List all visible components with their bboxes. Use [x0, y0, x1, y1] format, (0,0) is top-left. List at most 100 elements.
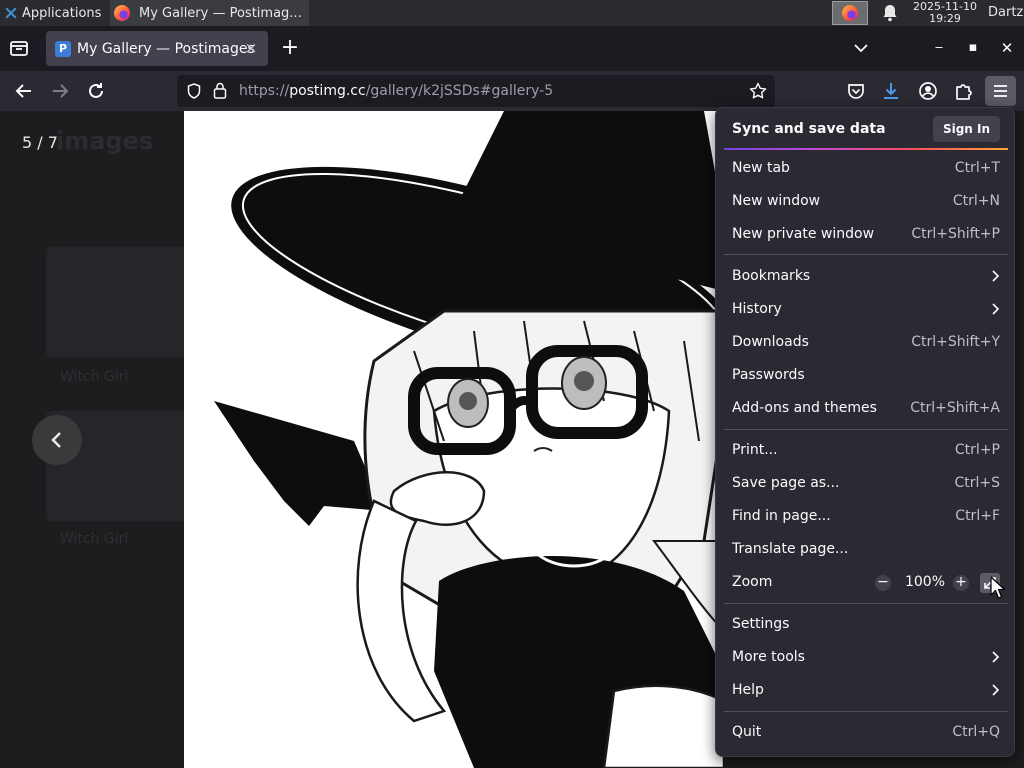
- applications-menu-button[interactable]: Applications: [0, 0, 110, 26]
- menu-item-shortcut: Ctrl+P: [954, 442, 1000, 458]
- menu-item-shortcut: Ctrl+Shift+P: [911, 226, 1000, 242]
- user-name[interactable]: Dartz: [988, 0, 1023, 26]
- notification-bell-icon[interactable]: [882, 4, 898, 22]
- menu-item-shortcut: Ctrl+S: [954, 475, 1000, 491]
- sign-in-button[interactable]: Sign In: [933, 116, 1000, 142]
- extensions-puzzle-icon[interactable]: [953, 80, 975, 102]
- menu-item-label: New private window: [732, 226, 875, 242]
- gallery-image[interactable]: [184, 111, 724, 768]
- firefox-icon: [114, 5, 130, 21]
- forward-arrow-icon[interactable]: [48, 79, 72, 103]
- menu-item-shortcut: Ctrl+N: [952, 193, 1000, 209]
- application-menu-panel: Sync and save data Sign In New tab Ctrl+…: [715, 107, 1015, 757]
- menu-item-label: Downloads: [732, 334, 809, 350]
- menu-item-quit[interactable]: Quit Ctrl+Q: [724, 716, 1008, 749]
- menu-item-label: More tools: [732, 649, 805, 665]
- xfce-logo-icon: [3, 5, 19, 21]
- menu-item-passwords[interactable]: Passwords: [724, 359, 1008, 392]
- witch-girl-illustration: [184, 111, 724, 768]
- hamburger-menu-icon: [994, 85, 1007, 97]
- mouse-cursor-icon: [990, 576, 1006, 599]
- menu-item-zoom: Zoom − 100% +: [724, 566, 1008, 599]
- menu-item-shortcut: Ctrl+F: [955, 508, 1000, 524]
- minimize-button[interactable]: ‒: [930, 39, 948, 57]
- menu-item-label: New tab: [732, 160, 790, 176]
- menu-item-shortcut: Ctrl+T: [954, 160, 1000, 176]
- menu-item-save-page-as[interactable]: Save page as... Ctrl+S: [724, 467, 1008, 500]
- os-taskbar: Applications My Gallery — Postimag... 20…: [0, 0, 1024, 26]
- menu-item-label: Zoom: [732, 574, 773, 590]
- url-bar[interactable]: https://postimg.cc/gallery/k2jSSDs#galle…: [177, 75, 775, 107]
- menu-separator: [724, 254, 1008, 255]
- menu-item-label: Passwords: [732, 367, 805, 383]
- downloads-icon[interactable]: [880, 80, 902, 102]
- zoom-reset-button[interactable]: 100%: [900, 566, 950, 599]
- thumbnail-caption-dimmed: Witch Girl: [60, 531, 129, 547]
- image-counter: 5 / 7: [22, 133, 58, 152]
- menu-item-downloads[interactable]: Downloads Ctrl+Shift+Y: [724, 326, 1008, 359]
- menu-separator: [724, 711, 1008, 712]
- menu-separator: [724, 603, 1008, 604]
- clock[interactable]: 2025-11-10 19:29: [906, 1, 984, 25]
- applications-label: Applications: [22, 5, 102, 21]
- menu-item-shortcut: Ctrl+Q: [952, 724, 1000, 740]
- chevron-left-icon: [51, 432, 61, 448]
- reload-icon[interactable]: [84, 79, 108, 103]
- menu-item-more-tools[interactable]: More tools: [724, 641, 1008, 674]
- gallery-heading-dimmed: images: [56, 127, 154, 155]
- menu-item-new-tab[interactable]: New tab Ctrl+T: [724, 152, 1008, 185]
- firefox-icon: [842, 5, 858, 21]
- previous-image-button[interactable]: [32, 415, 82, 465]
- menu-item-label: Bookmarks: [732, 268, 811, 284]
- menu-item-label: Help: [732, 682, 764, 698]
- menu-item-print[interactable]: Print... Ctrl+P: [724, 434, 1008, 467]
- tray-firefox-button[interactable]: [832, 1, 868, 25]
- url-host: postimg.cc: [289, 83, 366, 99]
- menu-item-history[interactable]: History: [724, 293, 1008, 326]
- tab-my-gallery[interactable]: P My Gallery — Postimages ×: [46, 31, 268, 66]
- menu-item-find-in-page[interactable]: Find in page... Ctrl+F: [724, 500, 1008, 533]
- pocket-icon[interactable]: [845, 80, 867, 102]
- chevron-right-icon: [992, 651, 1000, 663]
- maximize-button[interactable]: ▪: [964, 39, 982, 57]
- tab-title: My Gallery — Postimages: [77, 40, 255, 57]
- url-scheme: https://: [239, 83, 290, 99]
- new-tab-button[interactable]: +: [280, 37, 300, 59]
- navigation-toolbar: https://postimg.cc/gallery/k2jSSDs#galle…: [0, 71, 1024, 111]
- menu-item-label: Save page as...: [732, 475, 840, 491]
- close-tab-icon[interactable]: ×: [243, 40, 259, 56]
- menu-item-label: Settings: [732, 616, 790, 632]
- menu-item-settings[interactable]: Settings: [724, 608, 1008, 641]
- menu-item-shortcut: Ctrl+Shift+Y: [911, 334, 1000, 350]
- open-application-menu-button[interactable]: [985, 76, 1016, 106]
- menu-item-translate-page[interactable]: Translate page...: [724, 533, 1008, 566]
- chevron-down-icon[interactable]: [852, 40, 870, 56]
- postimages-favicon-icon: P: [55, 40, 71, 57]
- lock-icon[interactable]: [213, 82, 227, 99]
- menu-item-label: Translate page...: [732, 541, 849, 557]
- bookmark-star-icon[interactable]: [749, 82, 767, 100]
- clock-time: 19:29: [929, 12, 961, 25]
- sync-header: Sync and save data: [732, 121, 886, 137]
- menu-item-addons-and-themes[interactable]: Add-ons and themes Ctrl+Shift+A: [724, 392, 1008, 425]
- firefox-view-icon[interactable]: [8, 38, 30, 58]
- zoom-in-button[interactable]: +: [953, 575, 969, 591]
- menu-item-new-window[interactable]: New window Ctrl+N: [724, 185, 1008, 218]
- menu-item-bookmarks[interactable]: Bookmarks: [724, 260, 1008, 293]
- url-text[interactable]: https://postimg.cc/gallery/k2jSSDs#galle…: [239, 75, 553, 107]
- chevron-right-icon: [992, 684, 1000, 696]
- tab-bar: P My Gallery — Postimages × + ‒ ▪ ✕: [0, 26, 1024, 71]
- menu-item-new-private-window[interactable]: New private window Ctrl+Shift+P: [724, 218, 1008, 251]
- taskbar-window-firefox[interactable]: My Gallery — Postimag...: [110, 0, 309, 26]
- menu-item-help[interactable]: Help: [724, 674, 1008, 707]
- accent-divider: [724, 148, 1008, 150]
- account-icon[interactable]: [917, 80, 939, 102]
- menu-item-label: Quit: [732, 724, 762, 740]
- zoom-out-button[interactable]: −: [875, 575, 891, 591]
- url-path: /gallery/k2jSSDs#gallery-5: [365, 83, 554, 99]
- menu-item-label: History: [732, 301, 782, 317]
- back-arrow-icon[interactable]: [12, 79, 36, 103]
- close-window-button[interactable]: ✕: [998, 39, 1016, 57]
- tracking-protection-shield-icon[interactable]: [187, 83, 201, 99]
- chevron-right-icon: [992, 270, 1000, 282]
